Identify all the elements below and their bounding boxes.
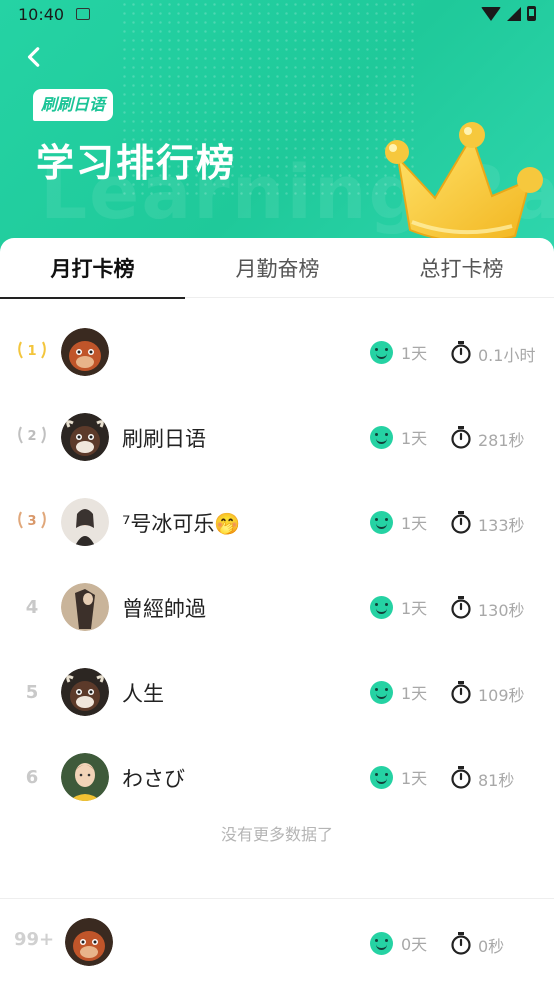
- checkin-days: 1天: [401, 769, 428, 788]
- tab-bar: 月打卡榜 月勤奋榜 总打卡榜: [0, 238, 554, 299]
- stopwatch-icon: [450, 510, 472, 538]
- ranking-panel: 月打卡榜 月勤奋榜 总打卡榜 1 1天 0.1小时 2 刷刷日语 1天 281秒…: [0, 238, 554, 984]
- bronze-medal-icon: 3: [12, 508, 52, 538]
- my-avatar[interactable]: [65, 918, 113, 966]
- checkin-days: 1天: [401, 429, 428, 448]
- rank-number: 3: [27, 514, 36, 529]
- rank-number: 1: [27, 344, 36, 359]
- my-study-time: 0秒: [478, 937, 505, 956]
- my-checkin-days: 0天: [401, 935, 428, 954]
- wifi-icon: [481, 6, 501, 21]
- smile-icon: [370, 765, 393, 789]
- study-time: 281秒: [478, 431, 525, 450]
- gold-medal-icon: 1: [12, 338, 52, 368]
- brand-tag: 刷刷日语: [33, 89, 114, 121]
- no-more-data-text: 没有更多数据了: [220, 825, 333, 844]
- tab-total-checkin[interactable]: 总打卡榜: [369, 238, 554, 298]
- page-title: 学习排行榜: [36, 141, 237, 185]
- rank-number: 4: [25, 597, 39, 618]
- avatar[interactable]: [61, 413, 109, 461]
- avatar[interactable]: [61, 583, 109, 631]
- ranking-row[interactable]: 4 曾經帥過 1天 130秒: [0, 565, 554, 650]
- avatar[interactable]: [61, 668, 109, 716]
- smile-icon: [370, 510, 393, 534]
- tab-monthly-diligence[interactable]: 月勤奋榜: [185, 238, 370, 298]
- status-bar: 10:40: [0, 0, 554, 32]
- stopwatch-icon: [450, 425, 472, 453]
- smile-icon: [370, 425, 393, 449]
- user-name: 刷刷日语: [122, 427, 206, 451]
- stopwatch-icon: [450, 765, 472, 793]
- smile-icon: [370, 931, 393, 955]
- notification-icon: [76, 8, 90, 20]
- stopwatch-icon: [450, 595, 472, 623]
- ranking-row[interactable]: 1 1天 0.1小时: [0, 310, 554, 395]
- smile-icon: [370, 595, 393, 619]
- ranking-row[interactable]: 2 刷刷日语 1天 281秒: [0, 395, 554, 480]
- battery-icon: [527, 6, 536, 21]
- user-name: 曾經帥過: [122, 597, 206, 621]
- stopwatch-icon: [450, 340, 472, 368]
- smile-icon: [370, 340, 393, 364]
- avatar[interactable]: [61, 498, 109, 546]
- smile-icon: [370, 680, 393, 704]
- user-name: わさび: [122, 767, 185, 791]
- stopwatch-icon: [450, 680, 472, 708]
- study-time: 0.1小时: [478, 346, 536, 365]
- checkin-days: 1天: [401, 684, 428, 703]
- header-banner: Learning Rank 10:40 刷刷日语 学习排行榜: [0, 0, 554, 260]
- study-time: 109秒: [478, 686, 525, 705]
- study-time: 133秒: [478, 516, 525, 535]
- back-arrow-icon: [27, 47, 40, 67]
- checkin-days: 1天: [401, 514, 428, 533]
- rank-number: 6: [25, 767, 39, 788]
- ranking-row[interactable]: 3 ⁷号冰可乐🤭 1天 133秒: [0, 480, 554, 565]
- tab-monthly-checkin[interactable]: 月打卡榜: [0, 238, 185, 299]
- signal-icon: [507, 6, 521, 21]
- checkin-days: 1天: [401, 344, 428, 363]
- avatar[interactable]: [61, 328, 109, 376]
- study-time: 81秒: [478, 771, 515, 790]
- rank-number: 5: [25, 682, 39, 703]
- ranking-row[interactable]: 6 わさび 1天 81秒: [0, 735, 554, 820]
- user-name: ⁷号冰可乐🤭: [122, 512, 241, 536]
- back-button[interactable]: [18, 40, 52, 74]
- status-time: 10:40: [18, 5, 65, 24]
- user-name: 人生: [122, 682, 164, 706]
- my-rank-bar: 99+ 0天 0秒: [0, 898, 554, 984]
- checkin-days: 1天: [401, 599, 428, 618]
- ranking-row[interactable]: 5 人生 1天 109秒: [0, 650, 554, 735]
- my-rank-number: 99+: [14, 929, 55, 950]
- rank-number: 2: [27, 429, 36, 444]
- avatar[interactable]: [61, 753, 109, 801]
- study-time: 130秒: [478, 601, 525, 620]
- stopwatch-icon: [450, 931, 472, 959]
- crown-icon: [385, 122, 543, 243]
- silver-medal-icon: 2: [12, 423, 52, 453]
